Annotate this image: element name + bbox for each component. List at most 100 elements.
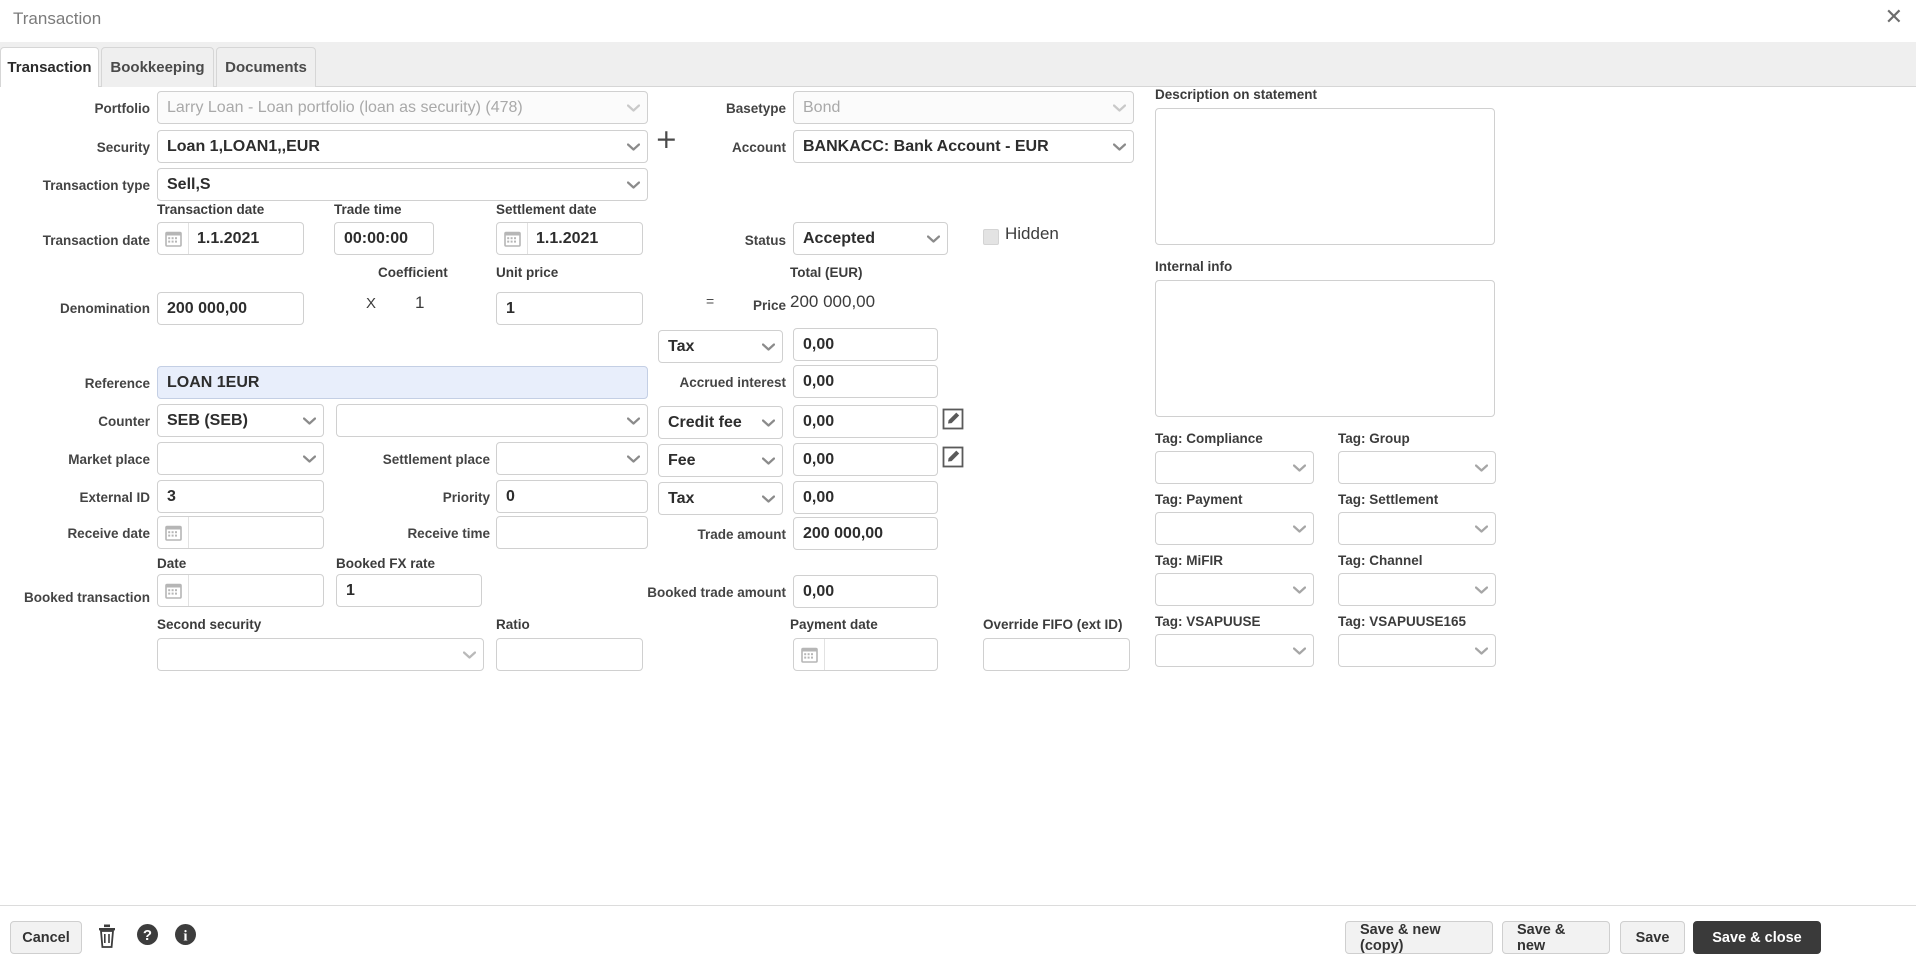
- tax-type-select-2[interactable]: Tax: [658, 482, 783, 515]
- status-select[interactable]: Accepted: [793, 222, 948, 255]
- hidden-checkbox[interactable]: [983, 229, 999, 245]
- tag-group-label: Tag: Group: [1338, 431, 1410, 446]
- internal-info-label: Internal info: [1155, 259, 1233, 274]
- counter-secondary-select[interactable]: [336, 404, 648, 437]
- hidden-label: Hidden: [1005, 224, 1059, 243]
- portfolio-select[interactable]: Larry Loan - Loan portfolio (loan as sec…: [157, 91, 648, 124]
- calendar-icon[interactable]: [794, 639, 825, 670]
- chevron-down-icon: [303, 454, 316, 463]
- trade-time-input[interactable]: 00:00:00: [334, 222, 434, 255]
- chevron-down-icon: [1293, 463, 1306, 472]
- external-id-input[interactable]: 3: [157, 480, 324, 513]
- priority-input[interactable]: 0: [496, 480, 648, 513]
- transaction-date-header: Transaction date: [157, 202, 265, 217]
- credit-fee-select[interactable]: Credit fee: [658, 406, 783, 439]
- tax-amount-input-1[interactable]: 0,00: [793, 328, 938, 361]
- reference-input[interactable]: LOAN 1EUR: [157, 366, 648, 399]
- chevron-down-icon: [627, 142, 640, 151]
- unit-price-input[interactable]: 1: [496, 292, 643, 325]
- tab-transaction[interactable]: Transaction: [0, 47, 99, 88]
- status-value: Accepted: [803, 229, 876, 247]
- payment-date-input[interactable]: [793, 638, 938, 671]
- tab-documents-label: Documents: [225, 59, 307, 76]
- fee-value: 0,00: [803, 450, 835, 468]
- trade-amount-input[interactable]: 200 000,00: [793, 517, 938, 550]
- reference-value: LOAN 1EUR: [167, 373, 260, 391]
- tag-payment-select[interactable]: [1155, 512, 1314, 545]
- info-icon[interactable]: i: [174, 923, 197, 951]
- market-place-select[interactable]: [157, 442, 324, 475]
- tab-transaction-label: Transaction: [7, 59, 92, 76]
- internal-info-textarea[interactable]: [1155, 280, 1495, 417]
- close-icon[interactable]: ✕: [1885, 6, 1903, 30]
- account-select[interactable]: BANKACC: Bank Account - EUR: [793, 130, 1134, 163]
- tag-group-select[interactable]: [1338, 451, 1496, 484]
- tag-channel-select[interactable]: [1338, 573, 1496, 606]
- save-and-new-button[interactable]: Save & new: [1502, 921, 1610, 954]
- tab-documents[interactable]: Documents: [216, 47, 316, 87]
- tag-vsapuuse-select[interactable]: [1155, 634, 1314, 667]
- external-id-value: 3: [167, 487, 176, 505]
- tag-compliance-select[interactable]: [1155, 451, 1314, 484]
- payment-date-header: Payment date: [790, 617, 878, 632]
- help-icon[interactable]: ?: [136, 923, 159, 951]
- credit-fee-type-value: Credit fee: [668, 413, 742, 431]
- ratio-input[interactable]: [496, 638, 643, 671]
- basetype-select[interactable]: Bond: [793, 91, 1134, 124]
- accrued-interest-label: Accrued interest: [679, 375, 786, 390]
- trade-time-header: Trade time: [334, 202, 402, 217]
- accrued-interest-input[interactable]: 0,00: [793, 365, 938, 398]
- description-on-statement-textarea[interactable]: [1155, 108, 1495, 245]
- second-security-select[interactable]: [157, 638, 484, 671]
- transaction-date-value: 1.1.2021: [197, 229, 260, 247]
- booked-trade-amount-input[interactable]: 0,00: [793, 575, 938, 608]
- counter-select[interactable]: SEB (SEB): [157, 404, 324, 437]
- trash-icon[interactable]: [97, 924, 117, 953]
- save-and-close-button[interactable]: Save & close: [1693, 921, 1821, 954]
- transaction-date-input[interactable]: 1.1.2021: [157, 222, 304, 255]
- transaction-type-select[interactable]: Sell,S: [157, 168, 648, 201]
- basetype-value: Bond: [803, 98, 841, 116]
- security-label: Security: [96, 140, 150, 155]
- cancel-button-label: Cancel: [22, 929, 70, 946]
- receive-date-input[interactable]: [157, 516, 324, 549]
- basetype-label: Basetype: [725, 101, 786, 116]
- calendar-icon[interactable]: [158, 517, 189, 548]
- fee-select[interactable]: Fee: [658, 444, 783, 477]
- price-value: 200 000,00: [790, 292, 876, 311]
- calendar-icon[interactable]: [158, 223, 189, 254]
- tax-amount-input-2[interactable]: 0,00: [793, 481, 938, 514]
- chevron-down-icon: [762, 418, 775, 427]
- tag-vsapuuse165-select[interactable]: [1338, 634, 1496, 667]
- tab-bookkeeping[interactable]: Bookkeeping: [101, 47, 214, 87]
- save-button[interactable]: Save: [1620, 921, 1685, 954]
- booked-fx-rate-input[interactable]: 1: [336, 574, 482, 607]
- security-select[interactable]: Loan 1,LOAN1,,EUR: [157, 130, 648, 163]
- settlement-date-input[interactable]: 1.1.2021: [496, 222, 643, 255]
- calendar-icon[interactable]: [497, 223, 528, 254]
- chevron-down-icon: [1113, 103, 1126, 112]
- denomination-input[interactable]: 200 000,00: [157, 292, 304, 325]
- booked-trade-amount-label: Booked trade amount: [647, 585, 786, 600]
- tag-mifir-select[interactable]: [1155, 573, 1314, 606]
- tax-type-select-1[interactable]: Tax: [658, 330, 783, 363]
- edit-fee-icon[interactable]: [942, 446, 964, 468]
- booked-date-input[interactable]: [157, 574, 324, 607]
- calendar-icon[interactable]: [158, 575, 189, 606]
- tab-bookkeeping-label: Bookkeeping: [110, 59, 205, 76]
- fee-input[interactable]: 0,00: [793, 443, 938, 476]
- save-and-new-copy-label: Save & new (copy): [1360, 921, 1441, 954]
- override-fifo-input[interactable]: [983, 638, 1130, 671]
- save-and-close-label: Save & close: [1712, 929, 1802, 946]
- chevron-down-icon: [463, 650, 476, 659]
- save-and-new-copy-button[interactable]: Save & new (copy): [1345, 921, 1493, 954]
- tab-strip: Transaction Bookkeeping Documents: [0, 42, 1916, 88]
- cancel-button[interactable]: Cancel: [10, 921, 82, 954]
- chevron-down-icon: [303, 416, 316, 425]
- tag-settlement-select[interactable]: [1338, 512, 1496, 545]
- credit-fee-input[interactable]: 0,00: [793, 405, 938, 438]
- settlement-place-select[interactable]: [496, 442, 648, 475]
- multiply-operator: X: [366, 295, 377, 312]
- edit-credit-fee-icon[interactable]: [942, 408, 964, 430]
- account-value: BANKACC: Bank Account - EUR: [803, 137, 1049, 155]
